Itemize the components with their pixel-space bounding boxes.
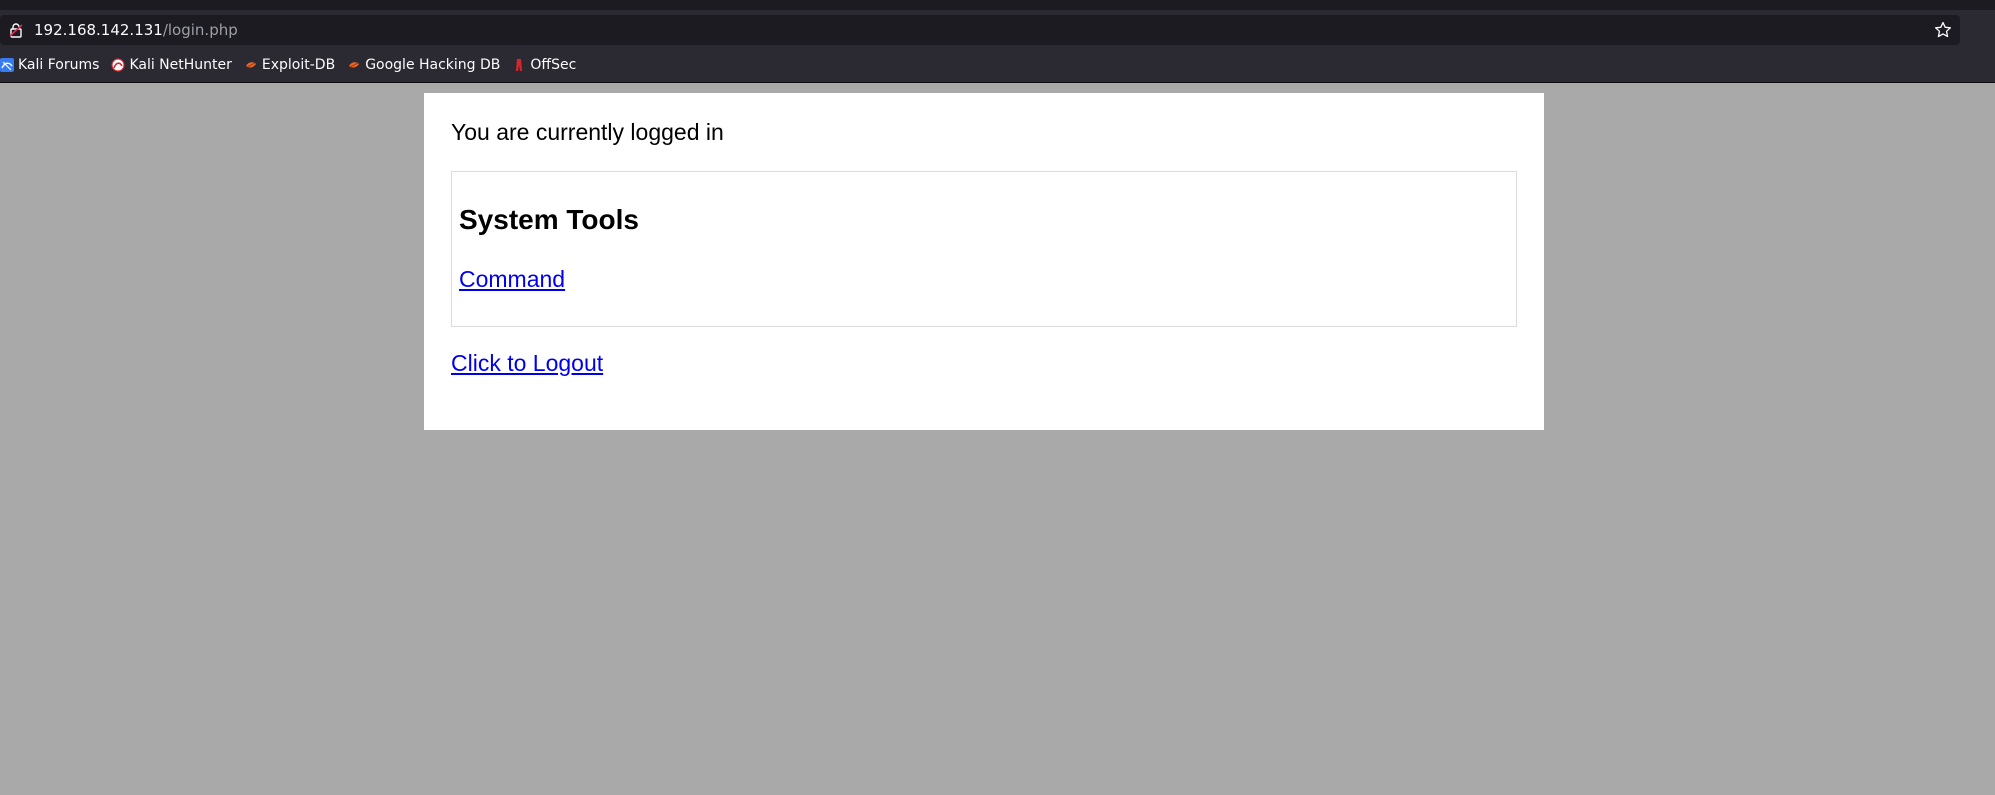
kali-dragon-icon [0, 58, 14, 72]
bookmark-exploit-db[interactable]: Exploit-DB [244, 57, 335, 73]
offsec-icon [516, 59, 523, 71]
bookmark-label: Exploit-DB [261, 57, 336, 73]
bookmark-star-icon[interactable] [1934, 21, 1952, 39]
bookmark-offsec[interactable]: OffSec [512, 57, 576, 73]
login-status-text: You are currently logged in [451, 119, 724, 145]
bookmarks-toolbar: Kali Forums Kali NetHunter Exploit-DB Go… [0, 52, 588, 78]
chrome-divider [0, 82, 1995, 83]
bookmark-label: Kali NetHunter [129, 57, 232, 73]
insecure-lock-icon[interactable] [8, 22, 24, 38]
bookmark-kali-nethunter[interactable]: Kali NetHunter [111, 57, 232, 73]
ghdb-icon [349, 62, 360, 68]
logout-link[interactable]: Click to Logout [451, 350, 603, 377]
url-host: 192.168.142.131 [34, 21, 163, 39]
content-panel: You are currently logged in System Tools… [424, 93, 1544, 430]
url-path: /login.php [162, 21, 238, 39]
nethunter-icon [111, 58, 126, 72]
system-tools-section: System Tools Command [451, 171, 1517, 327]
bookmark-label: Kali Forums [18, 57, 100, 73]
bookmark-label: Google Hacking DB [365, 57, 501, 73]
system-tools-heading: System Tools [459, 204, 639, 235]
url-text[interactable]: 192.168.142.131/login.php [34, 15, 238, 45]
command-link[interactable]: Command [459, 266, 565, 293]
bookmark-google-hacking-db[interactable]: Google Hacking DB [347, 57, 500, 73]
bookmark-kali-forums[interactable]: Kali Forums [0, 57, 99, 73]
bookmark-label: OffSec [530, 57, 577, 73]
browser-chrome: 192.168.142.131/login.php Kali Forums Ka… [0, 0, 1995, 82]
tab-strip [0, 0, 1995, 10]
address-bar[interactable]: 192.168.142.131/login.php [0, 15, 1960, 45]
exploit-db-icon [245, 62, 256, 68]
